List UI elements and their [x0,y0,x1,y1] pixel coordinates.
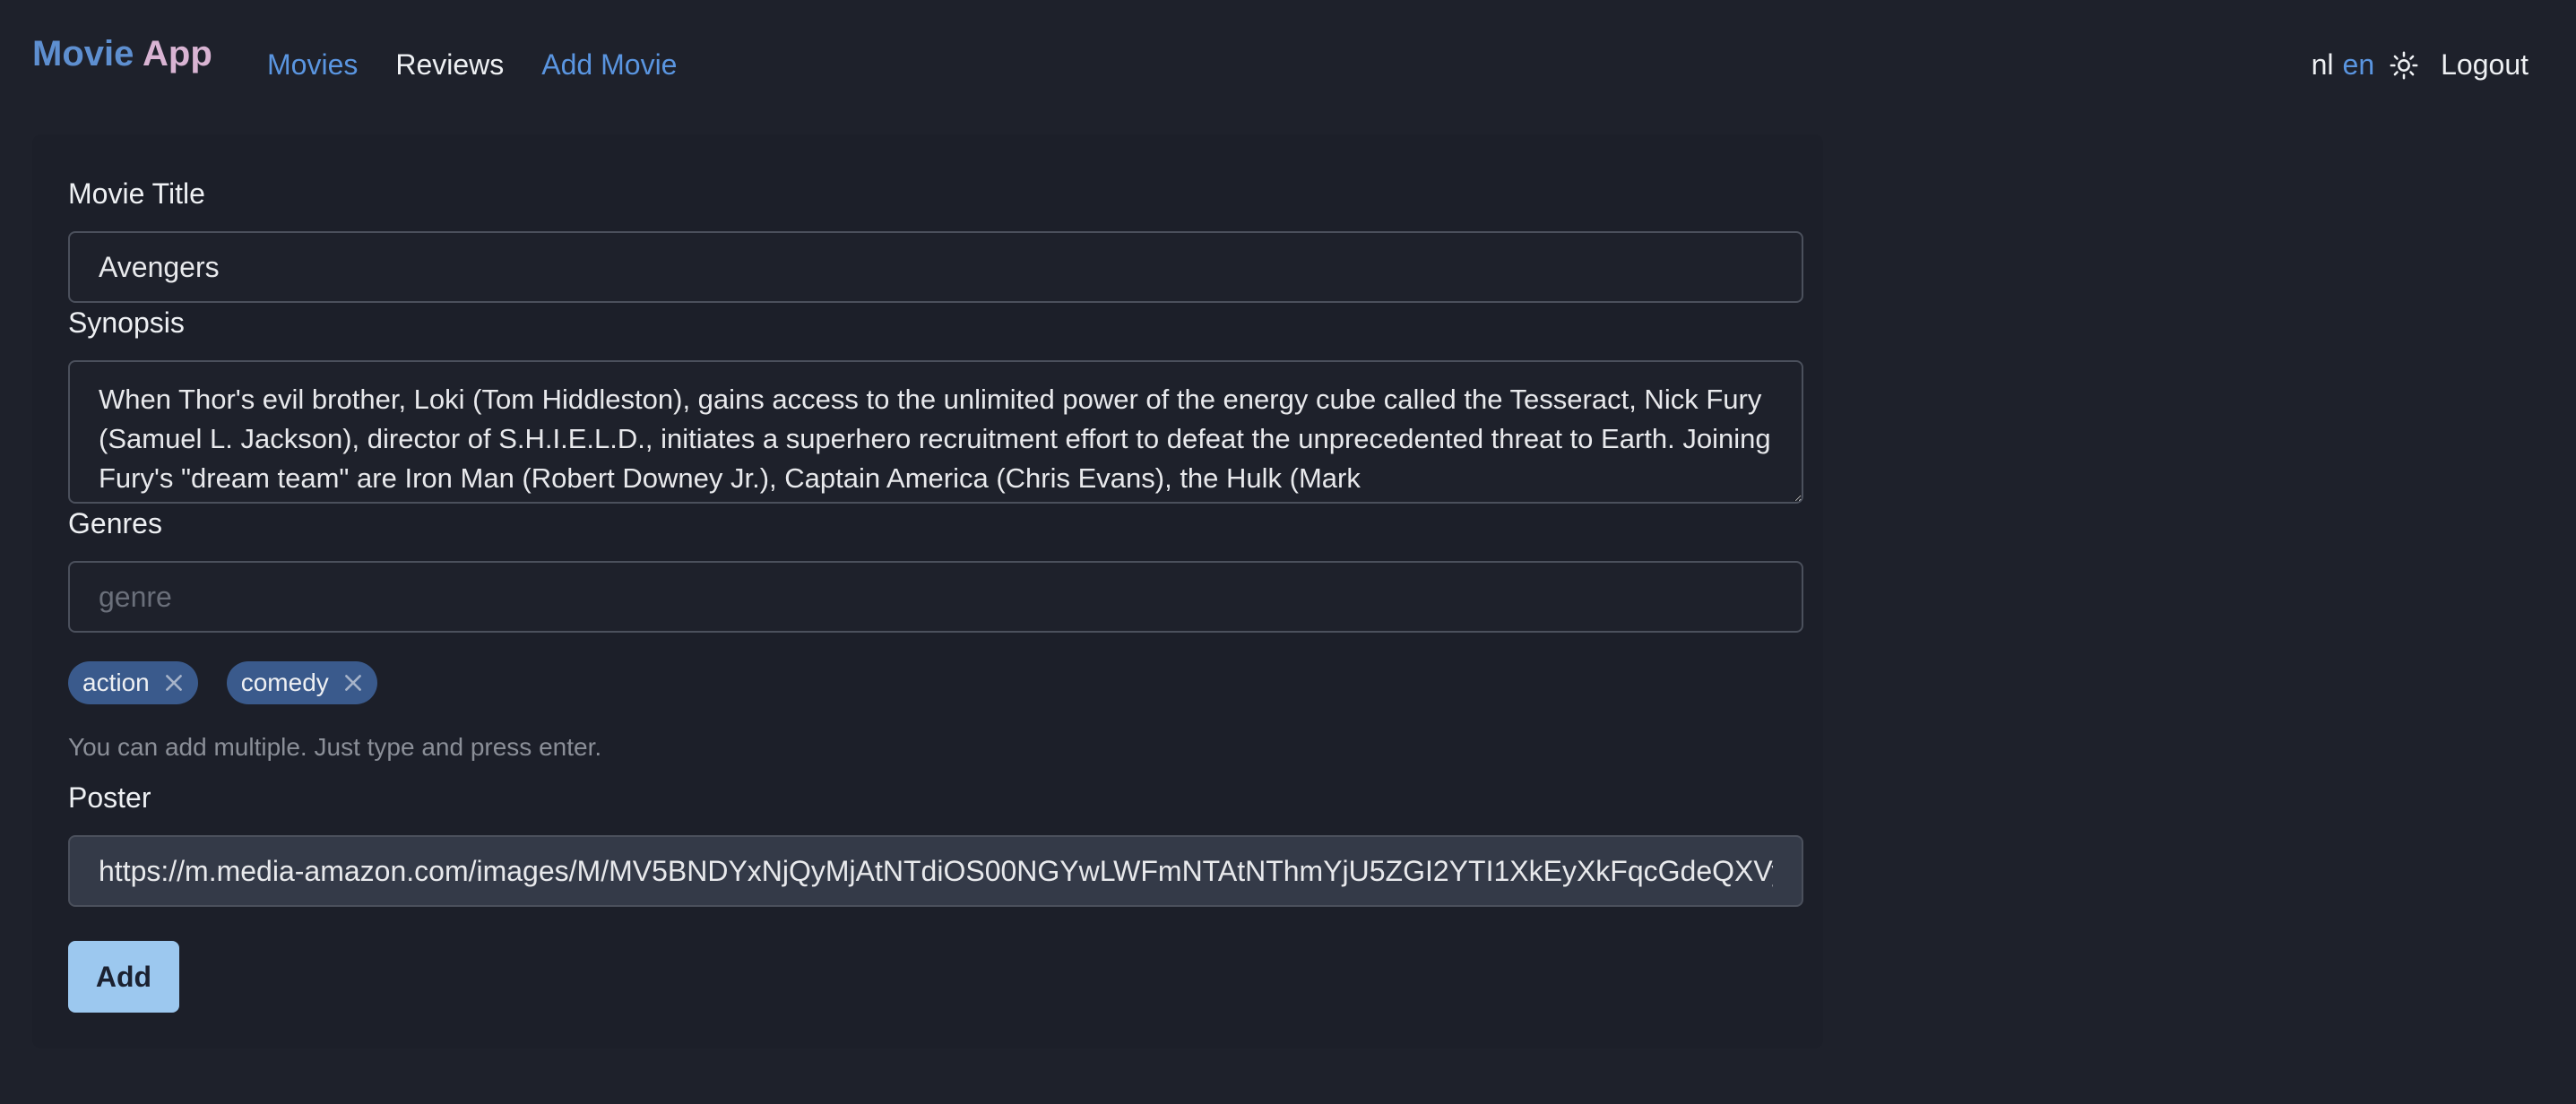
nav-link-reviews[interactable]: Reviews [395,48,504,82]
movie-title-input[interactable] [68,231,1803,303]
genres-label: Genres [68,507,162,539]
app-title-part2: App [143,34,212,73]
close-icon[interactable] [341,671,365,694]
navbar: Movie App Movies Reviews Add Movie nl en… [0,0,2576,134]
synopsis-textarea[interactable]: When Thor's evil brother, Loki (Tom Hidd… [68,360,1803,504]
genre-tag: action [68,661,198,704]
synopsis-label: Synopsis [68,306,185,339]
app-title-part1: Movie [32,34,134,73]
app-logo[interactable]: Movie App [32,34,212,74]
language-nl[interactable]: nl [2312,48,2334,82]
genre-tag-list: action comedy [68,661,377,704]
sun-icon[interactable] [2389,50,2419,81]
logout-link[interactable]: Logout [2441,48,2528,82]
nav-right: nl en Logout [2312,48,2528,82]
genre-tag-label: action [82,668,150,696]
poster-label: Poster [68,781,151,814]
genre-input[interactable] [68,561,1803,633]
genre-tag-label: comedy [240,668,329,696]
nav-link-add-movie[interactable]: Add Movie [541,48,677,82]
genres-help-text: You can add multiple. Just type and pres… [68,733,602,761]
genre-tag: comedy [226,661,377,704]
close-icon[interactable] [162,671,186,694]
language-en[interactable]: en [2343,48,2375,82]
movie-title-label: Movie Title [68,177,205,210]
main-nav: Movies Reviews Add Movie [267,48,677,82]
poster-url-input[interactable] [68,835,1803,907]
nav-link-movies[interactable]: Movies [267,48,358,82]
add-button[interactable]: Add [68,941,179,1013]
